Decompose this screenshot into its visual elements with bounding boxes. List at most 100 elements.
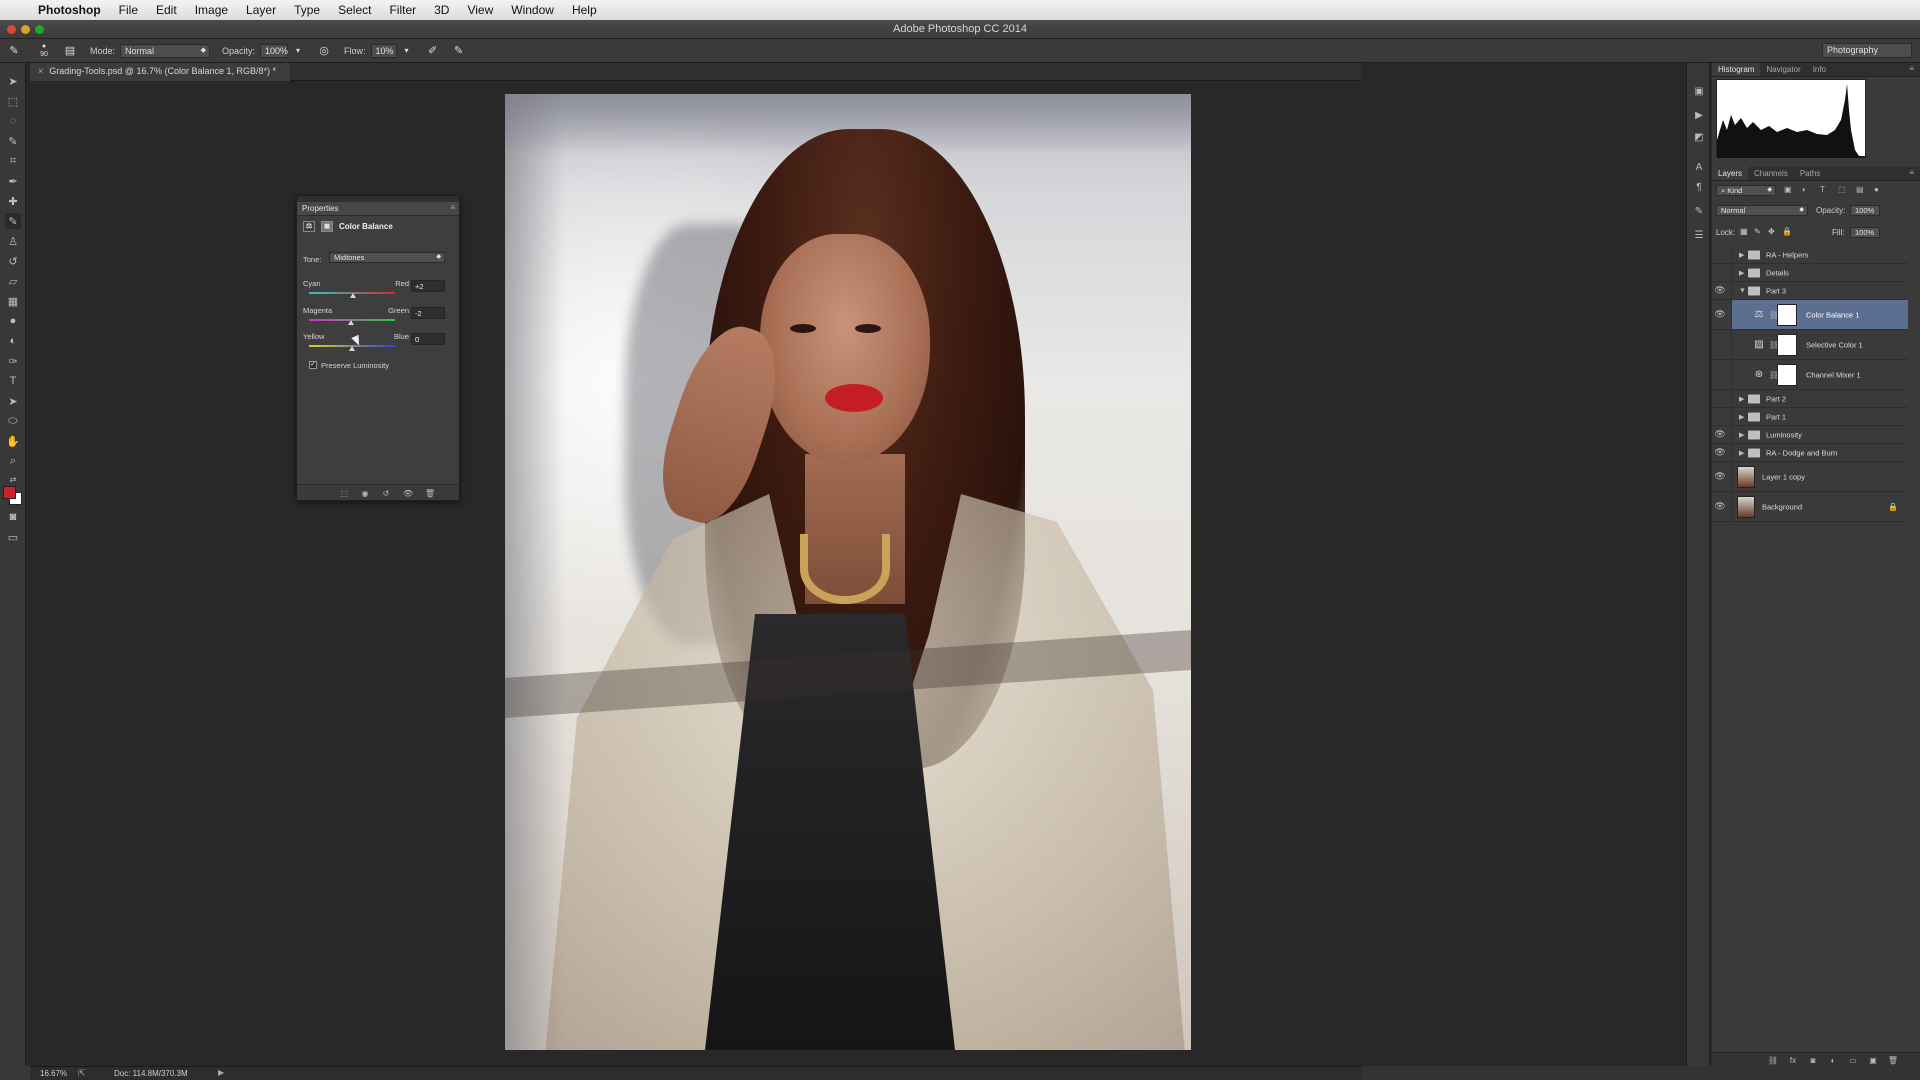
- preserve-luminosity-checkbox[interactable]: ✓: [309, 361, 317, 369]
- eye-icon[interactable]: 👁: [1714, 471, 1726, 483]
- reset-icon[interactable]: ↺: [381, 488, 391, 498]
- flow-input[interactable]: 10%: [370, 43, 397, 58]
- shape-tool-icon[interactable]: ⬭: [5, 413, 21, 429]
- mode-select[interactable]: Normal ◆: [120, 43, 211, 58]
- paragraph-panel-icon[interactable]: ¶: [1691, 179, 1707, 195]
- fill-input[interactable]: 100%: [1850, 227, 1880, 238]
- brush-tool-icon[interactable]: ✎: [5, 213, 21, 229]
- new-layer-icon[interactable]: ▣: [1868, 1055, 1878, 1065]
- swap-colors-icon[interactable]: ⇄: [5, 471, 21, 487]
- chevron-down-icon[interactable]: ▼: [1739, 287, 1746, 294]
- yellow-blue-value[interactable]: 0: [411, 333, 445, 345]
- chevron-down-icon[interactable]: ▾: [399, 43, 415, 59]
- menu-select[interactable]: Select: [338, 3, 371, 17]
- link-layers-icon[interactable]: ⛓: [1768, 1055, 1778, 1065]
- yellow-blue-slider-thumb[interactable]: [349, 346, 355, 351]
- magenta-green-slider-thumb[interactable]: [348, 320, 355, 325]
- foreground-color-swatch[interactable]: [3, 486, 16, 499]
- filter-shape-icon[interactable]: ⬚: [1838, 185, 1848, 195]
- layer-row[interactable]: ▨ ⛓ Selective Color 1: [1712, 330, 1908, 360]
- eraser-tool-icon[interactable]: ▱: [5, 273, 21, 289]
- layer-mask-thumbnail[interactable]: [1777, 333, 1797, 356]
- menu-file[interactable]: File: [119, 3, 138, 17]
- workspace-switcher[interactable]: Photography: [1822, 43, 1912, 58]
- chevron-right-icon[interactable]: ▶: [1739, 449, 1744, 457]
- move-tool-icon[interactable]: ➤: [5, 73, 21, 89]
- eye-icon[interactable]: 👁: [1714, 429, 1726, 441]
- filter-pixel-icon[interactable]: ▣: [1784, 185, 1794, 195]
- layer-mask-thumbnail[interactable]: [1777, 303, 1797, 326]
- lock-position-icon[interactable]: ✥: [1768, 227, 1775, 236]
- properties-header[interactable]: Properties ≡: [297, 202, 459, 216]
- quick-mask-icon[interactable]: ◙: [5, 509, 21, 525]
- magenta-green-value[interactable]: -2: [411, 307, 445, 319]
- visibility-toggle[interactable]: [1712, 246, 1732, 263]
- layer-row[interactable]: 👁 Layer 1 copy: [1712, 462, 1908, 492]
- menu-help[interactable]: Help: [572, 3, 597, 17]
- visibility-toggle[interactable]: [1712, 330, 1732, 359]
- tab-paths[interactable]: Paths: [1794, 167, 1826, 180]
- layer-row[interactable]: ⊛ ⛓ Channel Mixer 1: [1712, 360, 1908, 390]
- marquee-tool-icon[interactable]: ⬚: [5, 93, 21, 109]
- new-adjustment-layer-icon[interactable]: ◐: [1828, 1055, 1838, 1065]
- brush-presets-icon[interactable]: ✎: [1691, 203, 1707, 219]
- eye-icon[interactable]: 👁: [1714, 285, 1726, 297]
- screen-mode-icon[interactable]: ▭: [5, 529, 21, 545]
- menu-layer[interactable]: Layer: [246, 3, 276, 17]
- view-previous-state-icon[interactable]: ◉: [360, 488, 370, 498]
- crop-tool-icon[interactable]: ⌗: [5, 153, 21, 169]
- layer-row[interactable]: ▶ Details: [1712, 264, 1908, 282]
- add-mask-icon[interactable]: ◙: [1808, 1055, 1818, 1065]
- layer-row[interactable]: 👁 Background 🔒: [1712, 492, 1908, 522]
- panel-menu-icon[interactable]: ≡: [1903, 167, 1920, 180]
- chevron-down-icon[interactable]: ▾: [290, 43, 306, 59]
- clone-stamp-tool-icon[interactable]: ♙: [5, 233, 21, 249]
- layer-row-selected[interactable]: 👁 ⚖ ⛓ Color Balance 1: [1712, 300, 1908, 330]
- visibility-toggle[interactable]: [1712, 390, 1732, 407]
- layer-opacity-input[interactable]: 100%: [1850, 205, 1880, 216]
- healing-brush-tool-icon[interactable]: ✚: [5, 193, 21, 209]
- actions-panel-icon[interactable]: ▶: [1691, 107, 1707, 123]
- menu-filter[interactable]: Filter: [389, 3, 416, 17]
- menu-app-name[interactable]: Photoshop: [38, 3, 101, 17]
- lasso-tool-icon[interactable]: ◌: [5, 113, 21, 129]
- mask-icon[interactable]: ◼: [321, 220, 333, 232]
- type-tool-icon[interactable]: T: [5, 373, 21, 389]
- tab-histogram[interactable]: Histogram: [1712, 63, 1761, 76]
- layer-thumbnail[interactable]: [1737, 465, 1755, 488]
- visibility-toggle[interactable]: [1712, 264, 1732, 281]
- layer-thumbnail[interactable]: [1737, 495, 1755, 518]
- gradient-tool-icon[interactable]: ▦: [5, 293, 21, 309]
- history-brush-tool-icon[interactable]: ↺: [5, 253, 21, 269]
- layer-row[interactable]: 👁 ▶ Luminosity: [1712, 426, 1908, 444]
- lock-transparent-icon[interactable]: ▦: [1740, 227, 1748, 236]
- chevron-right-icon[interactable]: ▶: [1739, 431, 1744, 439]
- pressure-opacity-icon[interactable]: ◎: [316, 43, 332, 59]
- tab-layers[interactable]: Layers: [1712, 167, 1749, 180]
- layer-row[interactable]: 👁 ▶ RA - Dodge and Burn: [1712, 444, 1908, 462]
- layer-mask-thumbnail[interactable]: [1777, 363, 1797, 386]
- eyedropper-tool-icon[interactable]: ✒: [5, 173, 21, 189]
- clip-to-layer-icon[interactable]: ⬚: [339, 488, 349, 498]
- visibility-toggle[interactable]: [1712, 408, 1732, 425]
- blur-tool-icon[interactable]: ●: [5, 313, 21, 329]
- menu-view[interactable]: View: [467, 3, 493, 17]
- lock-all-icon[interactable]: 🔒: [1782, 227, 1792, 236]
- zoom-level[interactable]: 16.67%: [40, 1069, 67, 1078]
- apple-icon[interactable]: [14, 3, 28, 17]
- chevron-right-icon[interactable]: ▶: [1739, 395, 1744, 403]
- blend-mode-select[interactable]: Normal ◆: [1716, 205, 1808, 216]
- menu-3d[interactable]: 3D: [434, 3, 449, 17]
- dodge-tool-icon[interactable]: ◐: [5, 333, 21, 349]
- tab-info[interactable]: Info: [1807, 63, 1832, 76]
- menu-window[interactable]: Window: [511, 3, 554, 17]
- panel-menu-icon[interactable]: ≡: [450, 203, 455, 212]
- tab-navigator[interactable]: Navigator: [1760, 63, 1806, 76]
- chevron-right-icon[interactable]: ▶: [1739, 251, 1744, 259]
- new-group-icon[interactable]: ▭: [1848, 1055, 1858, 1065]
- filter-smart-object-icon[interactable]: ▤: [1856, 185, 1866, 195]
- layer-style-icon[interactable]: fx: [1788, 1055, 1798, 1065]
- trash-icon[interactable]: 🗑: [425, 488, 435, 498]
- trash-icon[interactable]: 🗑: [1888, 1055, 1898, 1065]
- eye-icon[interactable]: 👁: [1714, 309, 1726, 321]
